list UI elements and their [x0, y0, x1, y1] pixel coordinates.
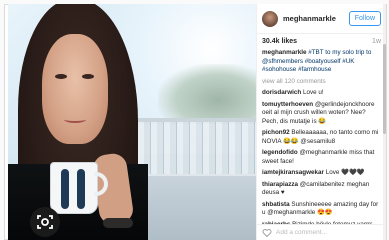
- comment: pichon92 Belleaaaaaa, no tanto como mi N…: [262, 129, 381, 146]
- comment-user[interactable]: iamtejkiransagwekar: [262, 169, 324, 176]
- photo-eye-right: [82, 74, 94, 79]
- post-header: meghanmarkle Follow: [257, 4, 386, 34]
- photo-mug: [50, 162, 98, 214]
- post-photo[interactable]: [8, 4, 256, 240]
- comment-text: Love 🖤🖤🖤: [325, 169, 365, 176]
- comment-text: Love u!: [302, 89, 324, 96]
- add-comment-bar[interactable]: Add a comment...: [257, 224, 386, 240]
- comment-user[interactable]: tomuytterhoeven: [262, 101, 313, 108]
- lens-icon[interactable]: [30, 207, 60, 237]
- photo-bracelet: [103, 218, 133, 228]
- comment-user[interactable]: thiarapiazza: [262, 181, 298, 188]
- photo-smile: [64, 116, 86, 123]
- view-all-comments[interactable]: view all 120 comments: [262, 78, 381, 87]
- comments-scrollbar[interactable]: [383, 4, 386, 240]
- comment-user[interactable]: legendofido: [262, 149, 298, 156]
- username[interactable]: meghanmarkle: [283, 14, 349, 23]
- comments-list: meghanmarkle #TBT to my solo trip to @sf…: [257, 47, 386, 240]
- caption: meghanmarkle #TBT to my solo trip to @sf…: [262, 49, 381, 75]
- post-sidebar: meghanmarkle Follow 30.4k likes 1w megha…: [256, 4, 386, 240]
- comment-user[interactable]: pichon92: [262, 129, 290, 136]
- comment: iamtejkiransagwekar Love 🖤🖤🖤: [262, 169, 381, 178]
- comment: shbatista Sunshineeeee amazing day for u…: [262, 201, 381, 218]
- comment: thiarapiazza @camilabenitez meghan deusa…: [262, 181, 381, 198]
- comment: legendofido @meghanmarkle miss that swee…: [262, 149, 381, 166]
- add-comment-input[interactable]: Add a comment...: [276, 229, 327, 236]
- post-stats: 30.4k likes 1w: [257, 34, 386, 47]
- comment-user[interactable]: shbatista: [262, 201, 290, 208]
- likes-count[interactable]: 30.4k likes: [262, 38, 297, 45]
- heart-icon[interactable]: [262, 228, 272, 238]
- avatar[interactable]: [262, 10, 278, 27]
- photo-face: [42, 34, 108, 144]
- photo-trees: [158, 64, 256, 124]
- scrollbar-thumb[interactable]: [383, 44, 386, 134]
- follow-button[interactable]: Follow: [348, 11, 381, 26]
- comment-user[interactable]: dorisdarwich: [262, 89, 301, 96]
- caption-user[interactable]: meghanmarkle: [262, 49, 306, 56]
- comment: tomuytterhoeven @gerlindejonckhoore oeit…: [262, 101, 381, 127]
- post-age: 1w: [372, 38, 381, 45]
- photo-eye-left: [55, 74, 67, 79]
- comment: dorisdarwich Love u!: [262, 89, 381, 98]
